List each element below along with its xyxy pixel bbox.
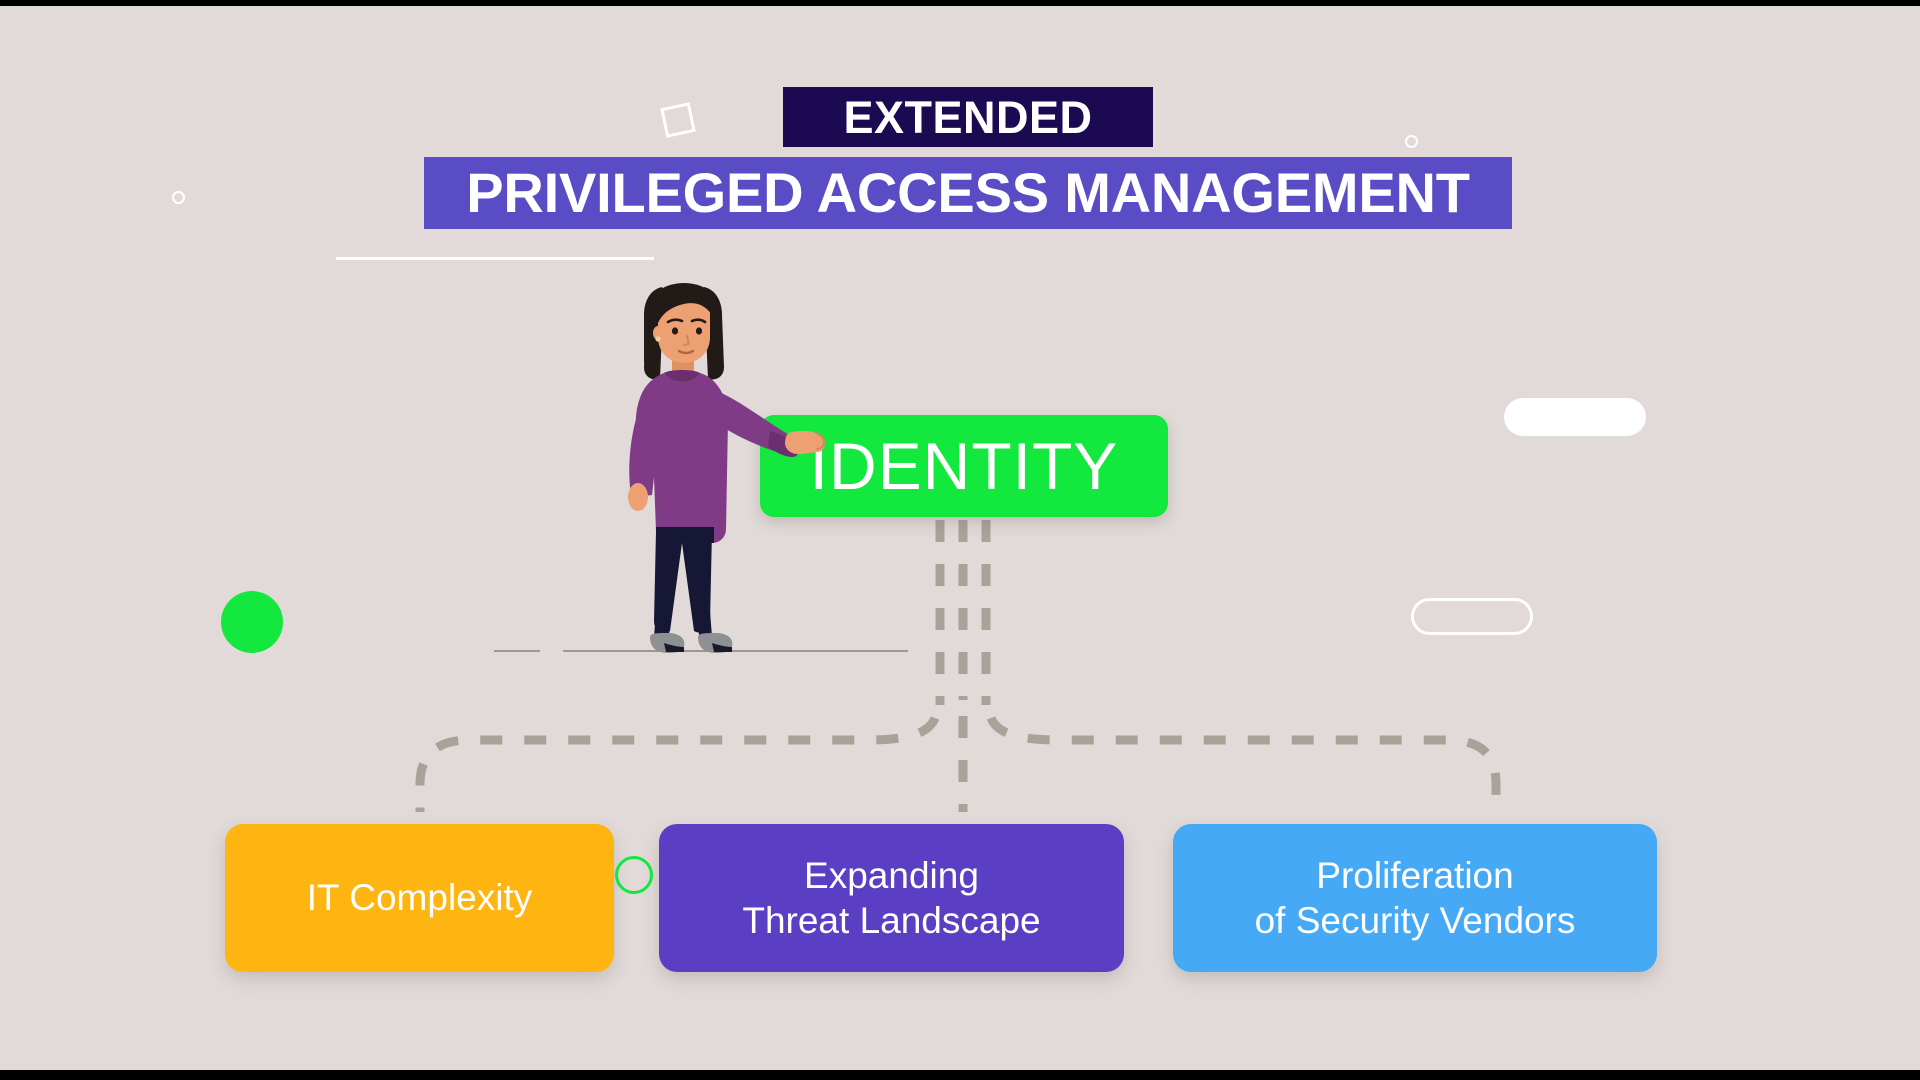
identity-node-label: IDENTITY (809, 429, 1119, 503)
ground-line-dash (494, 650, 540, 652)
small-circle-outline-left-icon (172, 191, 185, 204)
outlined-pill-decoration (1411, 598, 1533, 635)
factor-card-it-complexity-label: IT Complexity (306, 877, 533, 919)
white-underline-accent (336, 257, 654, 260)
factor-card-security-vendors-label: Proliferation of Security Vendors (1211, 853, 1620, 943)
factor-card-security-vendors-line2: of Security Vendors (1254, 900, 1576, 941)
title-eyebrow-banner: EXTENDED (783, 87, 1153, 147)
factor-card-security-vendors[interactable]: Proliferation of Security Vendors (1173, 824, 1657, 972)
green-ring-decoration (615, 856, 653, 894)
factor-card-it-complexity[interactable]: IT Complexity (225, 824, 614, 972)
factor-card-threat-landscape[interactable]: Expanding Threat Landscape (659, 824, 1124, 972)
letterbox-bottom-bar (0, 1070, 1920, 1080)
woman-illustration (628, 283, 825, 653)
factor-card-threat-landscape-label: Expanding Threat Landscape (698, 853, 1084, 943)
factor-card-threat-landscape-line2: Threat Landscape (742, 900, 1041, 941)
small-circle-outline-right-icon (1405, 135, 1418, 148)
green-dot-decoration (221, 591, 283, 653)
factor-card-threat-landscape-line1: Expanding (804, 854, 979, 896)
slide-canvas: EXTENDED PRIVILEGED ACCESS MANAGEMENT ID… (0, 0, 1920, 1080)
letterbox-top-bar (0, 0, 1920, 6)
title-main-banner: PRIVILEGED ACCESS MANAGEMENT (424, 157, 1512, 229)
title-eyebrow-text: EXTENDED (843, 91, 1093, 143)
factor-card-security-vendors-line1: Proliferation (1316, 854, 1514, 896)
tilted-square-outline-icon (660, 102, 696, 138)
filled-pill-decoration (1504, 398, 1646, 436)
page-title: PRIVILEGED ACCESS MANAGEMENT (466, 161, 1470, 224)
